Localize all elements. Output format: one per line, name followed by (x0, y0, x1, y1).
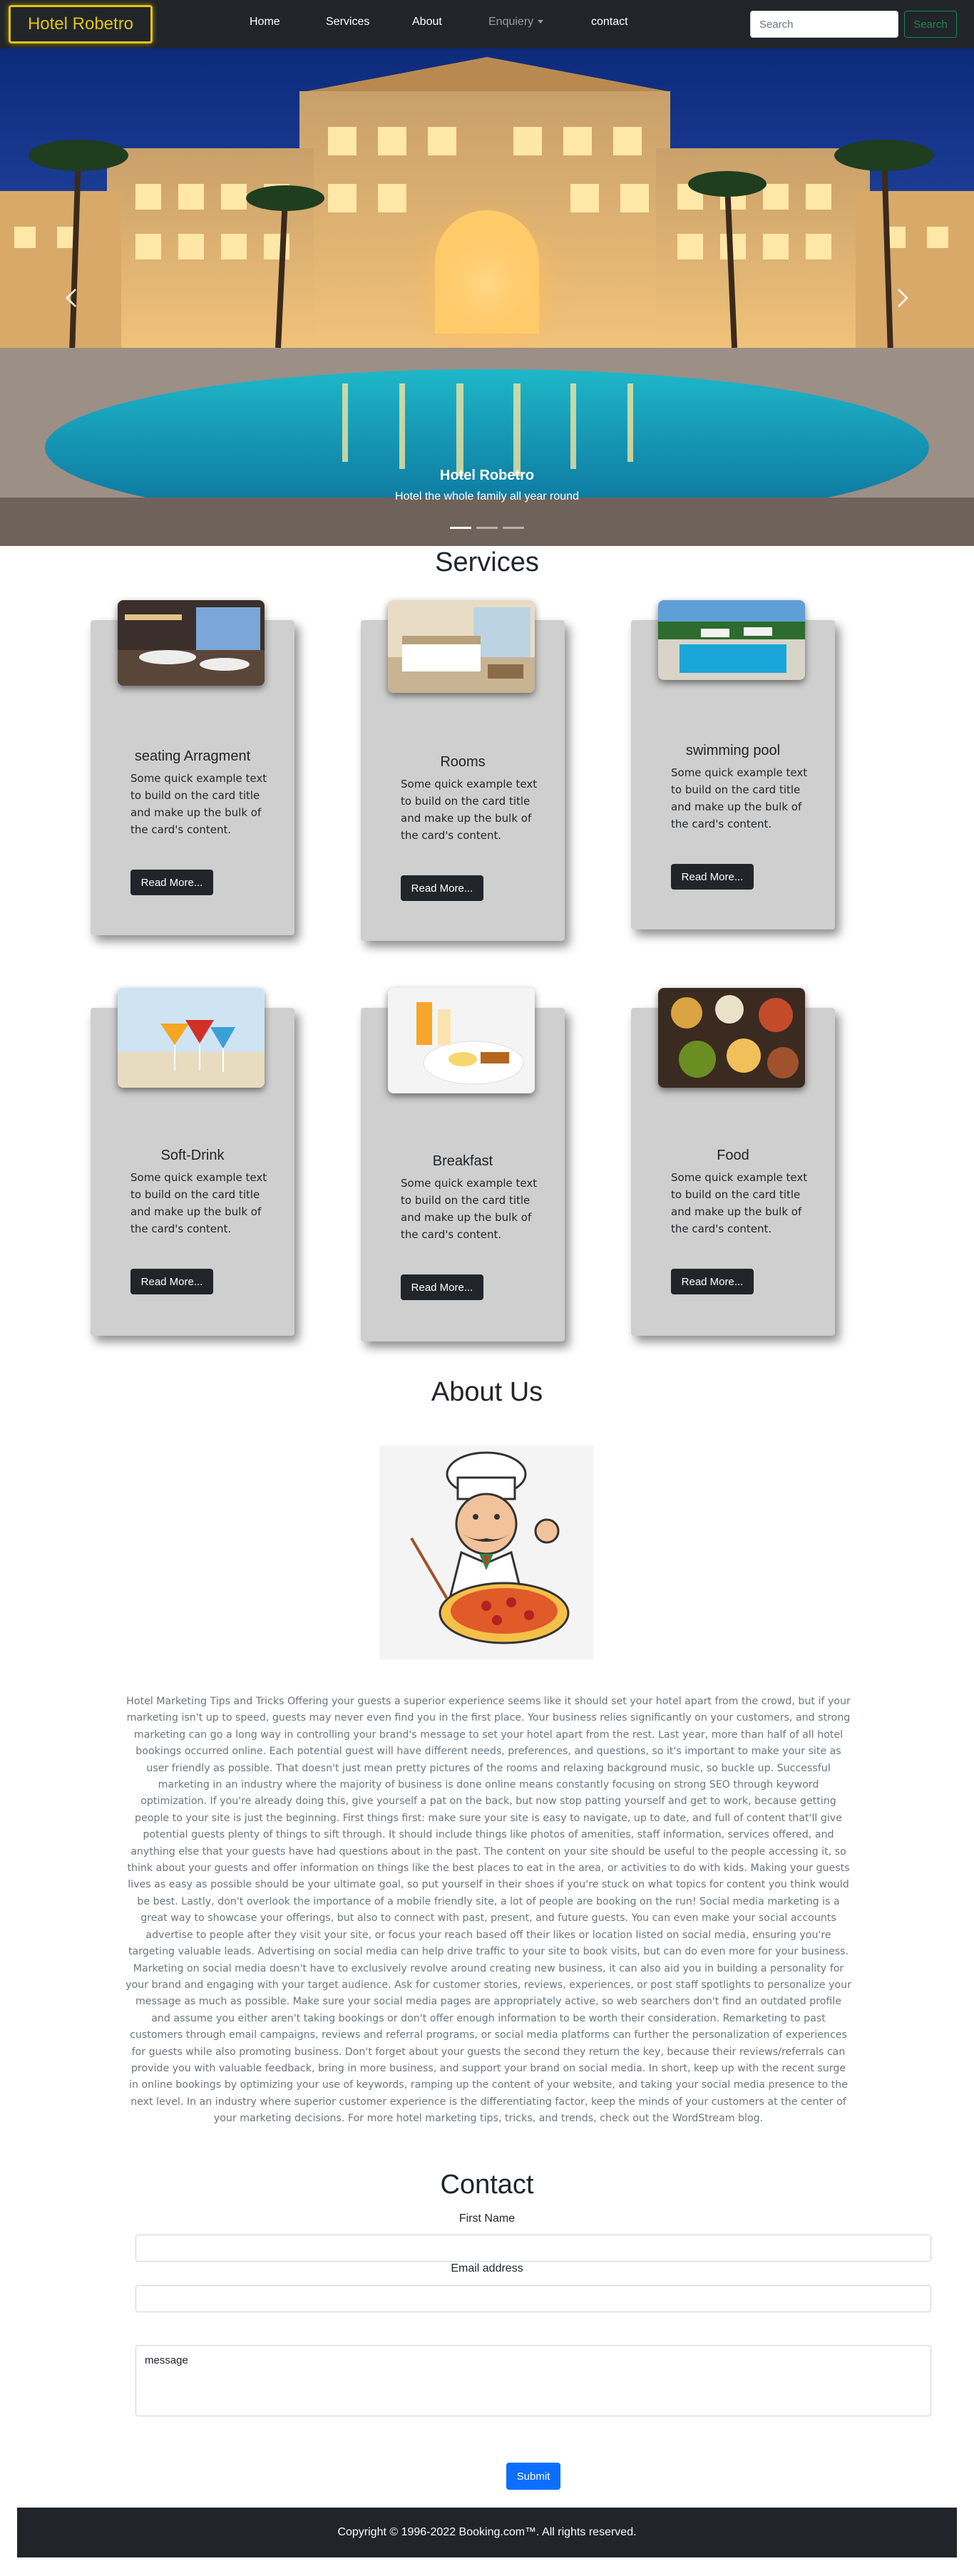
nav-link-about[interactable]: About (412, 16, 442, 29)
footer: Copyright © 1996-2022 Booking.com™. All … (17, 2508, 957, 2557)
carousel-indicator-2[interactable] (476, 527, 498, 529)
nav-link-services[interactable]: Services (326, 16, 369, 29)
hero-carousel: Hotel Robetro Hotel the whole family all… (0, 48, 974, 546)
breakfast-plate-image (388, 988, 535, 1093)
service-card-seating: seating Arragment Some quick example tex… (91, 600, 294, 935)
message-field[interactable] (135, 2345, 931, 2416)
contact-title: Contact (440, 2170, 534, 2200)
copyright-text: Copyright © 1996-2022 Booking.com™. All … (337, 2526, 637, 2538)
first-name-label: First Name (458, 2212, 516, 2225)
first-name-field[interactable] (135, 2235, 931, 2262)
carousel-caption-title: Hotel Robetro (439, 468, 535, 483)
services-title: Services (435, 547, 539, 577)
swimming-pool-image (658, 600, 805, 680)
chevron-left-icon (66, 289, 76, 307)
card-title: Breakfast (432, 1153, 493, 1169)
search-input[interactable] (750, 11, 898, 38)
email-field[interactable] (135, 2285, 931, 2312)
read-more-button[interactable]: Read More... (130, 1269, 213, 1294)
email-label: Email address (451, 2262, 523, 2274)
about-title: About Us (431, 1377, 543, 1407)
chef-pizza-illustration (379, 1446, 593, 1659)
card-text: Some quick example text to build on the … (671, 766, 808, 830)
about-paragraph: Hotel Marketing Tips and Tricks Offering… (125, 1696, 851, 2125)
hotel-room-image (388, 600, 535, 693)
nav-link-home[interactable]: Home (250, 16, 280, 29)
chevron-right-icon (898, 289, 908, 307)
search-button[interactable]: Search (904, 11, 957, 38)
card-title: Soft-Drink (160, 1148, 225, 1163)
nav-link-contact[interactable]: contact (591, 16, 628, 29)
card-text: Some quick example text to build on the … (130, 772, 267, 836)
card-title: Rooms (440, 754, 486, 770)
read-more-button[interactable]: Read More... (130, 870, 213, 895)
service-card-rooms: Rooms Some quick example text to build o… (361, 600, 565, 941)
submit-button[interactable]: Submit (506, 2463, 560, 2490)
service-card-breakfast: Breakfast Some quick example text to bui… (361, 988, 565, 1341)
card-title: seating Arragment (134, 748, 251, 764)
card-title: Food (717, 1148, 749, 1163)
carousel-next-button[interactable] (881, 262, 924, 334)
card-text: Some quick example text to build on the … (401, 1177, 538, 1241)
carousel-caption-text: Hotel the whole family all year round (395, 490, 579, 503)
card-text: Some quick example text to build on the … (130, 1171, 267, 1235)
carousel-indicator-3[interactable] (503, 527, 524, 529)
card-title: swimming pool (685, 743, 781, 758)
service-card-food: Food Some quick example text to build on… (631, 988, 835, 1336)
food-platter-image (658, 988, 805, 1088)
nav-dropdown-label: Enquiery (488, 16, 534, 28)
nav-dropdown-enquiery[interactable]: Enquiery (488, 16, 544, 29)
card-text: Some quick example text to build on the … (401, 778, 538, 842)
service-card-soft-drink: Soft-Drink Some quick example text to bu… (91, 988, 294, 1336)
restaurant-seating-image (118, 600, 265, 686)
navbar: Hotel Robetro Home Services About Enquie… (0, 0, 974, 48)
carousel-indicator-1[interactable] (450, 527, 471, 529)
read-more-button[interactable]: Read More... (401, 1274, 483, 1300)
cocktail-drinks-image (118, 988, 265, 1088)
card-text: Some quick example text to build on the … (671, 1171, 808, 1235)
brand-logo[interactable]: Hotel Robetro (9, 5, 153, 43)
read-more-button[interactable]: Read More... (671, 1269, 754, 1294)
read-more-button[interactable]: Read More... (671, 864, 754, 890)
read-more-button[interactable]: Read More... (401, 875, 483, 901)
caret-down-icon (538, 20, 544, 24)
carousel-prev-button[interactable] (50, 262, 93, 334)
service-card-pool: swimming pool Some quick example text to… (631, 600, 835, 929)
